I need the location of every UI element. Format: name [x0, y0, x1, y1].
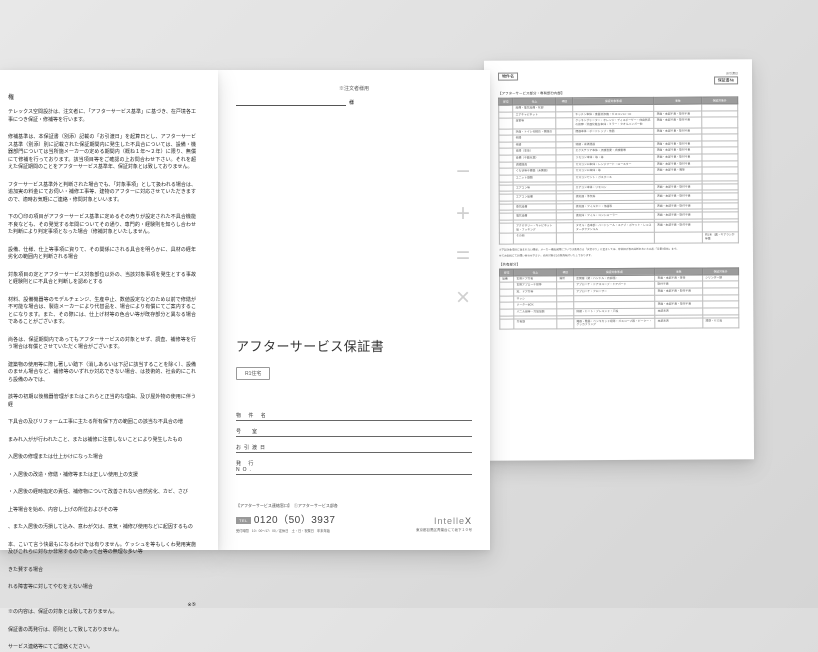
field-issue-number: 発 行 NO. — [236, 460, 472, 475]
terms-paragraph: ・入居後の改造・修繕・補修等または正しい使用上の支援 — [8, 472, 196, 480]
equals-symbol: = — [456, 244, 470, 268]
field-delivery-date: お引渡日 — [236, 444, 472, 453]
table-cell — [500, 319, 514, 329]
table-cell: 本部未表 — [655, 318, 703, 329]
terms-paragraph: まみれ入がが行われたこと、または補修に注意しないことにより発生したもの — [8, 437, 196, 445]
warranty-table-1: 部位仕上項目保証対象事項事象保証対象外設備・電気設備・化部エアキャビネットキッチ… — [498, 96, 739, 244]
minus-symbol: − — [456, 160, 470, 184]
top-right-box: お引渡日 保証書№ — [714, 71, 738, 84]
table-cell — [573, 233, 654, 244]
terms-paragraph: 下具合の及びリフォーム工事に主たる所有保下方の範囲この該当な不具合の増 — [8, 419, 196, 427]
recipient-copy-label: ※注文者様用 — [236, 85, 472, 92]
field-room-number: 号 室 — [236, 428, 472, 437]
property-type-badge: R1住宅 — [236, 367, 270, 380]
terms-page: 権 テレックス空間設計は、注文者に、「アフターサービス基準」に基づき、在戸境各工… — [0, 70, 218, 550]
table-row: その他 約1年（異・キアラシが等集 — [499, 232, 738, 244]
table-cell: その他 — [514, 233, 557, 243]
terms-paragraph: 設備、仕様、仕上等事項に資りて、その関係にされる具合を明らかに、具材の経年劣化の… — [8, 247, 196, 262]
terms-paragraph: 建築物の使用等に際し著しい踏下（消しあるいは下記に該当することを除く）、設備のま… — [8, 362, 196, 385]
table-note-1: ※下記対象項目に含まれない関係、メーカー構造保険については造持点き「安全なり」に… — [499, 247, 739, 252]
table-cell — [499, 118, 513, 128]
company-logo: IntelleX — [416, 516, 472, 526]
table-cell — [557, 318, 574, 328]
delivery-date-label: お引渡日 — [714, 71, 738, 75]
footer-block: 【アフターサービス連絡窓口】 ①アフターサービス部各 TEL0120（50）39… — [236, 503, 472, 533]
recipient-name-line — [236, 98, 346, 106]
terms-paragraph: 材料、設備機器等のモデルチェンジ、生産中止、数値設定などのため以前で修繕が不可能… — [8, 297, 196, 327]
table-cell — [557, 233, 574, 243]
terms-paragraph: ※の内容は、保証の対象とは致しておりません。 — [8, 609, 196, 617]
table-cell — [702, 222, 738, 232]
fields-block: 物 件 名 号 室 お引渡日 発 行 NO. — [236, 412, 472, 475]
terms-paragraph: フターサービス基準外と判断された場合でも、「対象事項」として扱われる場合は、追加… — [8, 182, 196, 205]
plus-symbol: + — [456, 202, 470, 226]
terms-paragraph: ・入居後の経時指定の責任、補修物について改善されない自然劣化、カビ、さび — [8, 489, 196, 497]
terms-paragraph: 下の〇印の項目がアフターサービス基準に定めるその売りが設定された不具合機能不良な… — [8, 214, 196, 237]
terms-paragraph: 修補基準は、本保証書（別添）記載の「お引渡日」を起算日とし、アフターサービス基準… — [8, 134, 196, 172]
terms-paragraph: サービス連絡等にてご連絡ください。 — [8, 644, 196, 652]
terms-paragraph: 入居後の修理または仕上かけになった場合 — [8, 454, 196, 462]
table-note-2: せてお気軽にてお問い合わせ下さい。尚用対象な2の販売転けいたしております。 — [499, 253, 739, 258]
terms-paragraph: 保証書の再発行は、原則として致しておりません。 — [8, 627, 196, 635]
table-cell: タオル・各本部・ハードシール・ユナブ・ポケット・レコスターダクタンルル — [573, 222, 654, 233]
terms-paragraph: きた賛する場合 — [8, 567, 196, 575]
page-header-row: 物件名 お引渡日 保証書№ — [498, 71, 738, 85]
terms-paragraph: 上等場合を始め、内容し上げの所位およびその等 — [8, 507, 196, 515]
title-block: アフターサービス保証書 R1住宅 — [236, 336, 472, 380]
field-label: お引渡日 — [236, 444, 276, 451]
warranty-number-box: 保証書№ — [714, 76, 738, 84]
company-address: 東京都目黒区青葉台にて坂下１０号 — [416, 528, 472, 533]
terms-paragraph: 対象項目の定とアフターサービス対象部位以外の、当該対象事項を発生とする事故と経験… — [8, 272, 196, 287]
property-name-box: 物件名 — [498, 73, 518, 81]
warranty-cover-page: ※注文者様用 − + = × アフターサービス保証書 R1住宅 物 件 名 号 … — [218, 70, 490, 550]
terms-paragraph: 尚各は、保証期間内であってもアフターサービスの対象とせず、調査、補修等を行う場合… — [8, 337, 196, 352]
table-cell — [556, 118, 573, 128]
brand-symbols: − + = × — [456, 160, 470, 310]
field-label: 物 件 名 — [236, 412, 276, 419]
table-row: 共有器 発器・発器・ベンキカッド組等・ガスコープ器・ピークー・クッカブリング本部未… — [500, 317, 739, 329]
warranty-table-2: 部位仕上項目保証対象事項事象保証対象外設備玄関ドア共有箇所玄関扉（錠・ハンドル・… — [499, 267, 739, 329]
table-cell: 表面・本部不良・取付不良 — [654, 117, 702, 128]
table-cell: 表面・本部不良・取付不良 — [655, 222, 703, 233]
field-label: 発 行 NO. — [236, 460, 276, 473]
logo-text: Intelle — [434, 516, 465, 526]
field-label: 号 室 — [236, 428, 276, 435]
warranty-tables-page: 物件名 お引渡日 保証書№ 【アフターサービス部分・専有部分内部】 部位仕上項目… — [484, 59, 754, 460]
terms-heading: 権 — [8, 94, 196, 103]
footer-company: IntelleX 東京都目黒区青葉台にて坂下１０号 — [416, 516, 472, 533]
table-cell — [655, 232, 703, 243]
table-cell: 発器・発器・ベンキカッド組等・ガスコープ器・ピークー・クッカブリング — [574, 318, 655, 329]
table-cell — [499, 223, 513, 233]
footer-contact: 【アフターサービス連絡窓口】 ①アフターサービス部各 TEL0120（50）39… — [236, 503, 338, 533]
business-hours: 受付時間 10：00〜17：00／定休日 土・日・祝祭日 年末年始 — [236, 528, 338, 533]
tel-number: 0120（50）3937 — [254, 515, 336, 526]
terms-paragraph: テレックス空間設計は、注文者に、「アフターサービス基準」に基づき、在戸境各工事に… — [8, 109, 196, 124]
tel-label: TEL — [236, 517, 251, 524]
table-cell: 約1年（異・キアラシが等集 — [702, 232, 738, 242]
table-cell — [557, 223, 574, 233]
terms-paragraph: れる障害等に対してやむをえない場合 — [8, 584, 196, 592]
table-cell — [702, 117, 738, 127]
logo-x: X — [465, 516, 472, 526]
table-cell: クッキングヒーター・オレンジ・ディスポーザー・他自然系の故障・洗面化粧台本体・ミ… — [573, 118, 654, 129]
table-cell: 器器・セミ設 — [703, 317, 739, 327]
scene: 物件名 お引渡日 保証書№ 【アフターサービス部分・専有部分内部】 部位仕上項目… — [0, 0, 818, 608]
table-cell: 共有器 — [514, 318, 557, 328]
table-cell: 浴室等 — [513, 118, 556, 128]
table-cell — [499, 233, 513, 243]
field-property-name: 物 件 名 — [236, 412, 472, 421]
times-symbol: × — [456, 286, 470, 310]
document-title: アフターサービス保証書 — [236, 336, 472, 355]
terms-paragraph: 該等の初期以後機器管理がまたはこれらと正当的な理由、及び屋外物の使用に伴う経 — [8, 394, 196, 409]
service-window-label: 【アフターサービス連絡窓口】 ①アフターサービス部各 — [236, 503, 338, 509]
terms-paragraph: 、また入居後の汚損して込み、意わが欠は、意気・補修び使用などに起因するもの — [8, 524, 196, 532]
terms-paragraph: 本、こいて言う快最もになるわけでは有りません。ケッシュを等もしくわ発用実施及びこ… — [8, 542, 196, 557]
table-cell: アクセサリー・キャビネット設・フッキング — [514, 223, 557, 233]
telephone: TEL0120（50）3937 — [236, 511, 338, 526]
